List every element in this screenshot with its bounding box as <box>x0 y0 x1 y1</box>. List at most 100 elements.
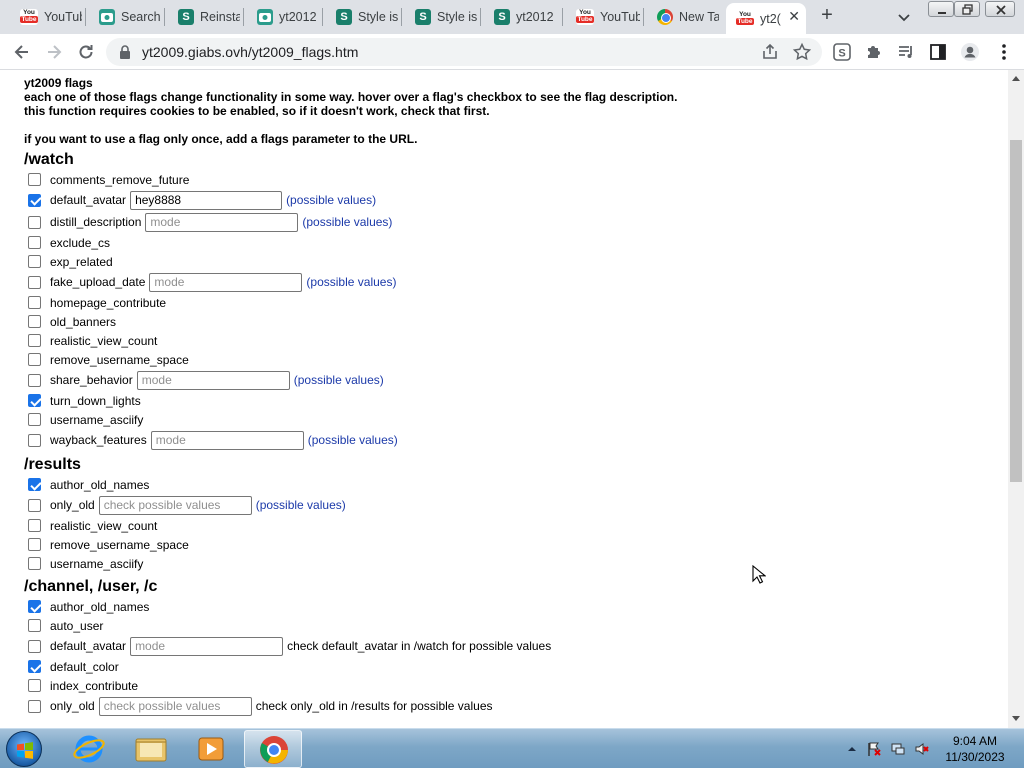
flag-checkbox[interactable] <box>28 660 41 673</box>
flag-checkbox[interactable] <box>28 334 41 347</box>
browser-tab[interactable]: S Reinsta <box>168 4 240 30</box>
browser-tab[interactable]: S Style is <box>405 4 477 30</box>
flag-checkbox[interactable] <box>28 619 41 632</box>
flag-checkbox[interactable] <box>28 255 41 268</box>
flag-value-input[interactable] <box>130 636 284 656</box>
possible-values-link[interactable]: (possible values) <box>302 215 392 229</box>
flag-checkbox[interactable] <box>28 236 41 249</box>
profile-avatar-icon[interactable] <box>960 42 980 62</box>
flag-value-input[interactable] <box>98 495 252 515</box>
close-icon <box>996 5 1006 15</box>
window-minimize-button[interactable] <box>928 1 954 17</box>
taskbar-media-player[interactable] <box>182 730 240 768</box>
windows-logo-icon <box>17 742 33 759</box>
flag-checkbox[interactable] <box>28 699 41 713</box>
browser-tab[interactable]: New Ta <box>647 4 719 30</box>
taskbar-clock[interactable]: 9:04 AM 11/30/2023 <box>940 733 1010 765</box>
browser-tab[interactable]: You Tube YouTub <box>566 4 640 30</box>
possible-values-link[interactable]: (possible values) <box>306 275 396 289</box>
possible-values-link[interactable]: (possible values) <box>256 498 346 512</box>
flag-value-input[interactable] <box>149 272 303 292</box>
taskbar-google-chrome[interactable] <box>244 730 302 768</box>
address-bar[interactable]: yt2009.giabs.ovh/yt2009_flags.htm <box>106 38 822 66</box>
tab-label: yt2012 <box>279 10 317 24</box>
tab-label: Reinsta <box>200 10 240 24</box>
media-player-icon <box>198 737 224 761</box>
flag-checkbox[interactable] <box>28 600 41 613</box>
flag-checkbox[interactable] <box>28 498 41 512</box>
show-hidden-icons-icon[interactable] <box>844 741 860 757</box>
browser-tab[interactable]: Syt2012 <box>484 4 559 30</box>
section-heading: /watch <box>24 151 74 168</box>
window-restore-button[interactable] <box>954 1 980 17</box>
share-icon[interactable] <box>760 42 780 62</box>
tab-search-chevron-icon[interactable] <box>894 7 914 27</box>
flag-checkbox[interactable] <box>28 353 41 366</box>
s-logo-icon: S <box>336 9 352 25</box>
volume-muted-icon[interactable] <box>914 741 930 757</box>
flag-value-input[interactable] <box>98 696 252 716</box>
flag-row: turn_down_lights <box>24 391 984 410</box>
scroll-up-arrow-icon[interactable] <box>1012 76 1020 81</box>
back-arrow-icon[interactable] <box>12 42 32 62</box>
flag-checkbox[interactable] <box>28 315 41 328</box>
window-close-button[interactable] <box>985 1 1015 17</box>
youtube-icon: You Tube <box>736 10 754 27</box>
browser-tab[interactable]: yt2012 <box>247 4 319 30</box>
flag-checkbox[interactable] <box>28 275 41 289</box>
flag-checkbox[interactable] <box>28 433 41 447</box>
close-tab-icon[interactable]: ✕ <box>788 8 800 25</box>
start-button[interactable] <box>6 731 42 767</box>
flag-checkbox[interactable] <box>28 173 41 186</box>
action-center-flag-icon[interactable] <box>866 741 882 757</box>
browser-tab[interactable]: S Style is <box>326 4 398 30</box>
browser-tab[interactable]: Search <box>89 4 161 30</box>
flag-checkbox[interactable] <box>28 394 41 407</box>
flag-value-input[interactable] <box>130 190 283 210</box>
flag-row: fake_upload_date (possible values) <box>24 271 984 293</box>
taskbar-internet-explorer[interactable] <box>60 730 118 768</box>
media-queue-icon[interactable] <box>896 42 916 62</box>
scroll-down-arrow-icon[interactable] <box>1012 716 1020 721</box>
clock-time: 9:04 AM <box>952 734 998 748</box>
flag-checkbox[interactable] <box>28 557 41 570</box>
browser-tab[interactable]: You Tube YouTub <box>10 4 82 30</box>
new-tab-plus-icon[interactable]: + <box>816 5 838 27</box>
flag-checkbox[interactable] <box>28 519 41 532</box>
tab-separator <box>85 8 86 26</box>
tab-label: YouTub <box>44 10 82 24</box>
flag-checkbox[interactable] <box>28 679 41 692</box>
flag-value-input[interactable] <box>150 430 304 450</box>
flag-checkbox[interactable] <box>28 538 41 551</box>
possible-values-link[interactable]: (possible values) <box>286 193 376 207</box>
possible-values-link[interactable]: (possible values) <box>294 373 384 387</box>
flag-checkbox[interactable] <box>28 193 41 207</box>
flag-value-input[interactable] <box>136 370 290 390</box>
possible-values-link[interactable]: (possible values) <box>308 433 398 447</box>
extensions-puzzle-icon[interactable] <box>864 42 884 62</box>
flag-label: old_banners <box>50 314 117 329</box>
flag-row: username_asciify <box>24 410 984 429</box>
browser-tab[interactable]: You Tube yt2(✕ <box>726 3 806 34</box>
flag-checkbox[interactable] <box>28 639 41 653</box>
flag-checkbox[interactable] <box>28 296 41 309</box>
flag-checkbox[interactable] <box>28 215 41 229</box>
url-text[interactable]: yt2009.giabs.ovh/yt2009_flags.htm <box>142 44 358 60</box>
flag-label: turn_down_lights <box>50 393 141 408</box>
flag-value-input[interactable] <box>145 212 299 232</box>
flag-checkbox[interactable] <box>28 373 41 387</box>
lock-icon[interactable] <box>118 44 132 60</box>
flag-checkbox[interactable] <box>28 478 41 491</box>
scroll-thumb[interactable] <box>1010 140 1022 482</box>
side-panel-icon[interactable] <box>928 42 948 62</box>
page-scrollbar[interactable] <box>1008 70 1024 728</box>
network-icon[interactable] <box>890 741 906 757</box>
reload-icon[interactable] <box>76 42 96 62</box>
extension-s-icon[interactable]: S <box>832 42 852 62</box>
tab-strip: You Tube YouTub Search S Reinsta yt2012 S Style … <box>0 0 1024 34</box>
taskbar-file-explorer[interactable] <box>122 730 180 768</box>
flag-checkbox[interactable] <box>28 413 41 426</box>
bookmark-star-icon[interactable] <box>792 42 812 62</box>
menu-kebab-icon[interactable] <box>994 42 1014 62</box>
forward-arrow-icon[interactable] <box>44 42 64 62</box>
